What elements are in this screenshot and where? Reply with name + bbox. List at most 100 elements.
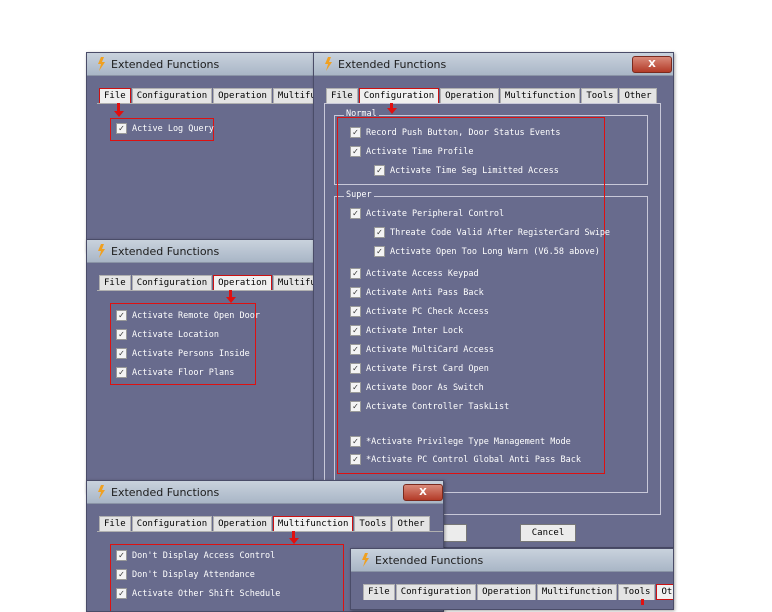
title-bar[interactable]: Extended Functions X xyxy=(314,53,673,76)
checkbox-label: Activate Time Seg Limitted Access xyxy=(390,165,559,176)
checkbox-peripheral-control[interactable]: ✓ Activate Peripheral Control xyxy=(350,208,504,219)
checkbox-checked-icon: ✓ xyxy=(350,146,361,157)
tab-operation[interactable]: Operation xyxy=(213,88,272,104)
checkbox-checked-icon: ✓ xyxy=(350,127,361,138)
checkbox-dont-display-access[interactable]: ✓ Don't Display Access Control xyxy=(116,550,275,561)
checkbox-checked-icon: ✓ xyxy=(350,287,361,298)
checkbox-checked-icon: ✓ xyxy=(374,227,385,238)
title-bar[interactable]: Extended Functions xyxy=(351,549,673,572)
checkbox-checked-icon: ✓ xyxy=(350,344,361,355)
tab-divider xyxy=(97,531,443,532)
checkbox-label: Activate Remote Open Door xyxy=(132,310,260,321)
app-icon xyxy=(98,485,105,499)
tab-configuration[interactable]: Configuration xyxy=(131,516,213,532)
checkbox-threate-code[interactable]: ✓ Threate Code Valid After RegisterCard … xyxy=(374,227,610,238)
app-icon xyxy=(325,57,332,71)
checkbox-label: Don't Display Access Control xyxy=(132,550,276,561)
tab-configuration[interactable]: Configuration xyxy=(131,88,213,104)
tab-operation[interactable]: Operation xyxy=(213,516,272,532)
tab-configuration[interactable]: Configuration xyxy=(358,88,440,104)
checkbox-checked-icon: ✓ xyxy=(116,588,127,599)
window-title: Extended Functions xyxy=(338,57,447,71)
checkbox-label: Threate Code Valid After RegisterCard Sw… xyxy=(390,227,611,238)
checkbox-checked-icon: ✓ xyxy=(374,165,385,176)
checkbox-dont-display-attendance[interactable]: ✓ Don't Display Attendance xyxy=(116,569,255,580)
checkbox-door-as-switch[interactable]: ✓ Activate Door As Switch xyxy=(350,382,484,393)
checkbox-label: Activate Peripheral Control xyxy=(366,208,505,219)
tab-file[interactable]: File xyxy=(326,88,358,104)
checkbox-time-seg-limited[interactable]: ✓ Activate Time Seg Limitted Access xyxy=(374,165,559,176)
checkbox-label: Activate Persons Inside xyxy=(132,348,250,359)
checkbox-checked-icon: ✓ xyxy=(116,123,127,134)
tab-operation[interactable]: Operation xyxy=(213,275,272,291)
checkbox-global-anti-pass-back[interactable]: ✓ *Activate PC Control Global Anti Pass … xyxy=(350,454,581,465)
cancel-button[interactable]: Cancel xyxy=(520,524,576,542)
checkbox-privilege-type[interactable]: ✓ *Activate Privilege Type Management Mo… xyxy=(350,436,571,447)
tab-other[interactable]: Other xyxy=(656,584,673,600)
app-icon xyxy=(362,553,369,567)
tab-multifunction[interactable]: Multifunction xyxy=(272,516,354,532)
checkbox-multicard-access[interactable]: ✓ Activate MultiCard Access xyxy=(350,344,494,355)
tab-tools[interactable]: Tools xyxy=(581,88,619,104)
checkbox-checked-icon: ✓ xyxy=(116,367,127,378)
checkbox-checked-icon: ✓ xyxy=(350,382,361,393)
tab-file[interactable]: File xyxy=(363,584,395,600)
extended-functions-window-file: Extended Functions File Configuration Op… xyxy=(86,52,320,252)
tab-operation[interactable]: Operation xyxy=(477,584,536,600)
checkbox-first-card-open[interactable]: ✓ Activate First Card Open xyxy=(350,363,489,374)
tab-configuration[interactable]: Configuration xyxy=(131,275,213,291)
extended-functions-window-configuration: Extended Functions X File Configuration … xyxy=(313,52,674,548)
title-bar[interactable]: Extended Functions xyxy=(87,240,319,263)
tab-multifunction[interactable]: Multifunction xyxy=(499,88,581,104)
tab-tools[interactable]: Tools xyxy=(618,584,656,600)
checkbox-other-shift-schedule[interactable]: ✓ Activate Other Shift Schedule xyxy=(116,588,280,599)
checkbox-label: Activate PC Check Access xyxy=(366,306,489,317)
checkbox-checked-icon: ✓ xyxy=(116,310,127,321)
window-title: Extended Functions xyxy=(111,57,220,71)
tab-other[interactable]: Other xyxy=(619,88,657,104)
checkbox-checked-icon: ✓ xyxy=(116,569,127,580)
window-title: Extended Functions xyxy=(111,485,220,499)
extended-functions-window-other: Extended Functions File Configuration Op… xyxy=(350,548,674,610)
checkbox-pc-check-access[interactable]: ✓ Activate PC Check Access xyxy=(350,306,489,317)
title-bar[interactable]: Extended Functions X xyxy=(87,481,443,504)
tab-other[interactable]: Other xyxy=(392,516,430,532)
window-title: Extended Functions xyxy=(111,244,220,258)
tab-configuration[interactable]: Configuration xyxy=(395,584,477,600)
checkbox-time-profile[interactable]: ✓ Activate Time Profile xyxy=(350,146,473,157)
checkbox-remote-open-door[interactable]: ✓ Activate Remote Open Door xyxy=(116,310,260,321)
tab-divider xyxy=(97,290,319,291)
checkbox-label: *Activate PC Control Global Anti Pass Ba… xyxy=(366,454,581,465)
tab-file[interactable]: File xyxy=(99,275,131,291)
checkbox-label: Activate Location xyxy=(132,329,219,340)
checkbox-anti-pass-back[interactable]: ✓ Activate Anti Pass Back xyxy=(350,287,484,298)
tab-strip: File Configuration Operation Multifuncti xyxy=(99,88,319,104)
tab-multifunction[interactable]: Multifunction xyxy=(536,584,618,600)
checkbox-location[interactable]: ✓ Activate Location xyxy=(116,329,219,340)
tab-operation[interactable]: Operation xyxy=(440,88,499,104)
tab-file[interactable]: File xyxy=(99,88,131,104)
checkbox-label: Activate MultiCard Access xyxy=(366,344,494,355)
checkbox-floor-plans[interactable]: ✓ Activate Floor Plans xyxy=(116,367,234,378)
tab-strip: File Configuration Operation Multifuncti… xyxy=(99,516,431,532)
checkbox-active-log-query[interactable]: ✓ Active Log Query xyxy=(116,123,214,134)
checkbox-open-too-long-warn[interactable]: ✓ Activate Open Too Long Warn (V6.58 abo… xyxy=(374,246,600,257)
checkbox-label: Activate Controller TaskList xyxy=(366,401,510,412)
checkbox-checked-icon: ✓ xyxy=(116,329,127,340)
checkbox-label: Activate Open Too Long Warn (V6.58 above… xyxy=(390,246,600,257)
title-bar[interactable]: Extended Functions xyxy=(87,53,319,76)
red-arrow-icon xyxy=(386,108,397,114)
checkbox-access-keypad[interactable]: ✓ Activate Access Keypad xyxy=(350,268,479,279)
close-icon[interactable]: X xyxy=(632,56,672,73)
checkbox-label: *Activate Privilege Type Management Mode xyxy=(366,436,571,447)
tab-file[interactable]: File xyxy=(99,516,131,532)
checkbox-record-push-button[interactable]: ✓ Record Push Button, Door Status Events xyxy=(350,127,560,138)
checkbox-controller-tasklist[interactable]: ✓ Activate Controller TaskList xyxy=(350,401,509,412)
tab-tools[interactable]: Tools xyxy=(354,516,392,532)
checkbox-label: Activate Anti Pass Back xyxy=(366,287,484,298)
tab-divider xyxy=(97,103,319,104)
checkbox-persons-inside[interactable]: ✓ Activate Persons Inside xyxy=(116,348,250,359)
checkbox-label: Activate Time Profile xyxy=(366,146,474,157)
close-icon[interactable]: X xyxy=(403,484,443,501)
checkbox-inter-lock[interactable]: ✓ Activate Inter Lock xyxy=(350,325,463,336)
